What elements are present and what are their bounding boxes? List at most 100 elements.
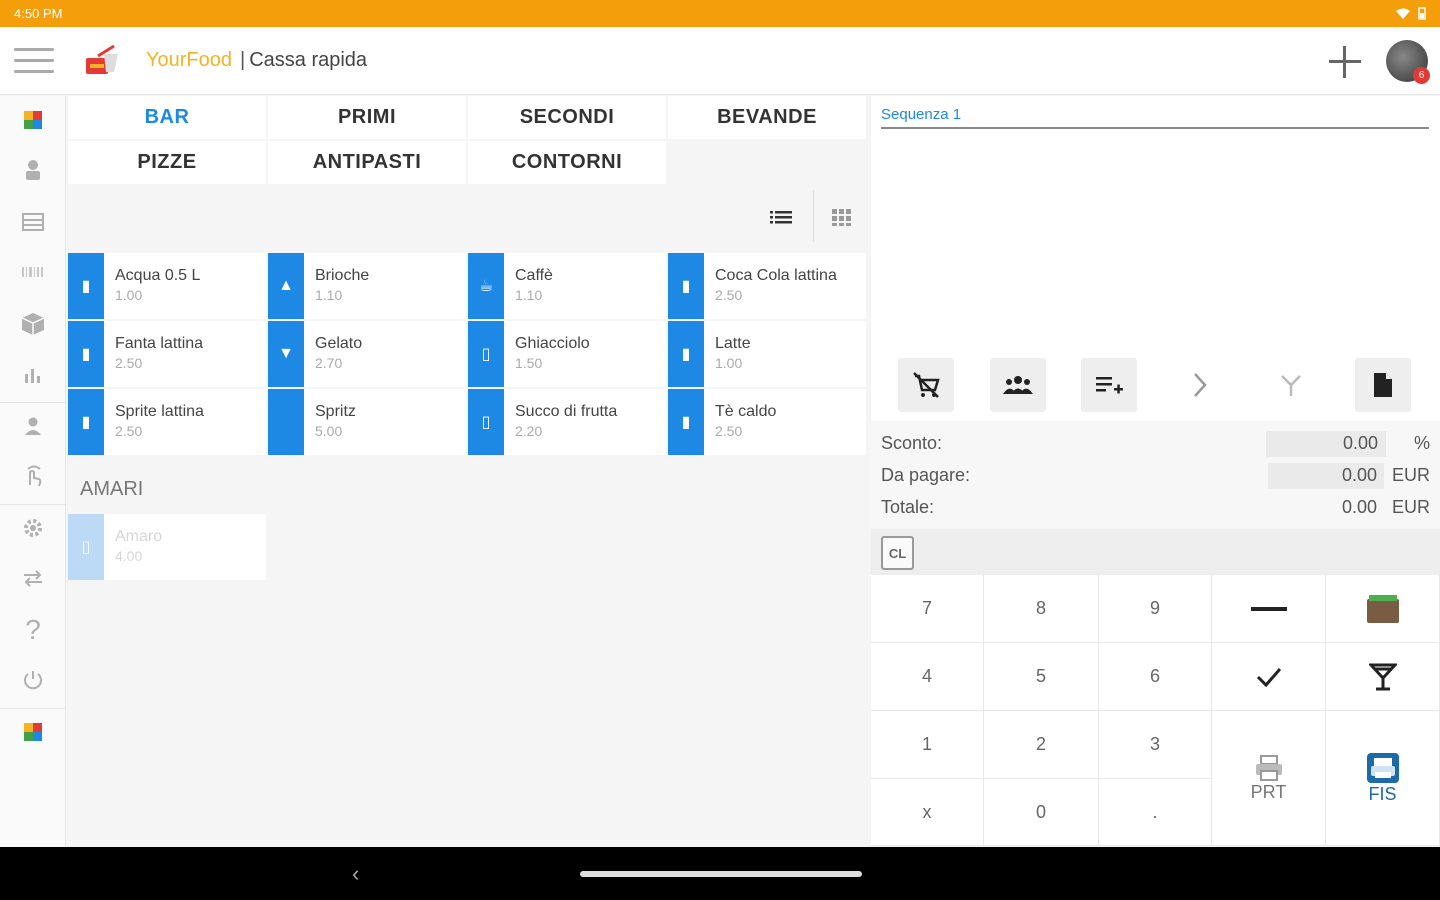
rail-divider <box>0 708 66 709</box>
tab-sequenza-1[interactable]: Sequenza 1 <box>881 106 961 123</box>
group-icon <box>1003 376 1033 394</box>
clear-button[interactable]: CL <box>881 536 914 570</box>
chevron-right-icon <box>1194 373 1207 397</box>
fiscal-label: FIS <box>1368 783 1397 804</box>
product-price: 2.50 <box>715 287 743 303</box>
categories-icon[interactable] <box>0 100 66 140</box>
page-title: Cassa rapida <box>249 49 368 71</box>
total-label: Totale: <box>881 497 935 517</box>
product-tile[interactable]: ▮ Sprite lattina 2.50 <box>68 389 266 455</box>
power-icon[interactable] <box>0 660 66 700</box>
key-decimal[interactable]: . <box>1099 779 1212 846</box>
fiscal-button[interactable]: FIS <box>1326 711 1440 846</box>
product-name: Sprite lattina <box>115 403 204 420</box>
gear-icon[interactable] <box>0 508 66 548</box>
key-8[interactable]: 8 <box>984 575 1099 643</box>
product-name: Coca Cola lattina <box>715 267 837 284</box>
discount-unit: % <box>1413 433 1430 453</box>
product-tile[interactable]: ▮ Tè caldo 2.50 <box>668 389 866 455</box>
category-secondi[interactable]: SECONDI <box>468 96 666 139</box>
key-3[interactable]: 3 <box>1099 711 1212 779</box>
product-tile[interactable]: ▮ Coca Cola lattina 2.50 <box>668 253 866 319</box>
status-time: 4:50 PM <box>14 6 63 21</box>
home-handle[interactable] <box>580 871 862 877</box>
key-7[interactable]: 7 <box>871 575 984 643</box>
product-tile[interactable]: ▮ Latte 1.00 <box>668 321 866 387</box>
key-1[interactable]: 1 <box>871 711 984 779</box>
playlist-add-button[interactable] <box>1081 358 1137 412</box>
milk-icon: ▮ <box>668 321 704 387</box>
product-tile[interactable]: ▯ Succo di frutta 2.20 <box>468 389 666 455</box>
list-view-icon[interactable] <box>768 204 794 230</box>
category-bar[interactable]: BAR <box>68 96 266 139</box>
menu-icon[interactable] <box>14 48 54 74</box>
to-pay-unit: EUR <box>1391 465 1430 485</box>
cocktail-icon <box>1368 663 1397 690</box>
touch-icon[interactable] <box>0 456 66 496</box>
totals-section: Sconto: 0.00 % Da pagare: 0.00 EUR Total… <box>871 421 1440 529</box>
bar-button[interactable] <box>1326 643 1440 711</box>
drawer-button[interactable] <box>1326 575 1440 643</box>
key-9[interactable]: 9 <box>1099 575 1212 643</box>
product-tile[interactable]: ▮ Fanta lattina 2.50 <box>68 321 266 387</box>
product-tile[interactable]: ▲ Brioche 1.10 <box>268 253 466 319</box>
split-button[interactable] <box>1263 358 1319 412</box>
swap-icon[interactable] <box>0 558 66 598</box>
category-antipasti[interactable]: ANTIPASTI <box>268 141 466 184</box>
document-button[interactable] <box>1355 358 1411 412</box>
package-icon[interactable] <box>0 304 66 344</box>
add-icon[interactable] <box>1326 43 1364 81</box>
product-tile[interactable]: ▯ Amaro 4.00 <box>68 514 266 580</box>
grid-view-icon[interactable] <box>828 204 854 230</box>
key-5[interactable]: 5 <box>984 643 1099 711</box>
side-rail: ? <box>0 96 66 846</box>
product-name: Fanta lattina <box>115 335 204 352</box>
chart-icon[interactable] <box>0 354 66 394</box>
key-multiply[interactable]: x <box>871 779 984 846</box>
clear-bar: CL <box>871 529 1440 575</box>
product-name: Gelato <box>315 335 363 352</box>
category-contorni[interactable]: CONTORNI <box>468 141 666 184</box>
key-6[interactable]: 6 <box>1099 643 1212 711</box>
fiscal-printer-icon <box>1366 752 1399 783</box>
category-pizze[interactable]: PIZZE <box>68 141 266 184</box>
person-icon[interactable] <box>0 406 66 446</box>
confirm-button[interactable] <box>1212 643 1326 711</box>
can-icon: ▮ <box>668 253 704 319</box>
printer-icon <box>1255 754 1282 781</box>
category-bevande[interactable]: BEVANDE <box>668 96 866 139</box>
product-price: 2.50 <box>715 423 743 439</box>
product-tile[interactable]: ▯ Ghiacciolo 1.50 <box>468 321 666 387</box>
brand-icon[interactable] <box>0 712 66 752</box>
product-price: 2.50 <box>115 355 143 371</box>
product-tile[interactable]: ▼ Gelato 2.70 <box>268 321 466 387</box>
key-0[interactable]: 0 <box>984 779 1099 846</box>
account-icon[interactable] <box>0 150 66 190</box>
product-name: Latte <box>715 335 751 352</box>
battery-icon <box>1418 7 1426 20</box>
app-bar: YourFood | Cassa rapida 6 <box>0 27 1440 95</box>
print-button[interactable]: PRT <box>1212 711 1326 846</box>
product-name: Amaro <box>115 528 163 545</box>
next-button[interactable] <box>1172 358 1228 412</box>
app-title: YourFood | Cassa rapida <box>146 49 367 72</box>
category-primi[interactable]: PRIMI <box>268 96 466 139</box>
remove-cart-button[interactable] <box>898 358 954 412</box>
minus-button[interactable] <box>1212 575 1326 643</box>
table-icon[interactable] <box>0 202 66 242</box>
notification-badge: 6 <box>1413 67 1430 84</box>
product-price: 1.00 <box>115 287 143 303</box>
avatar[interactable]: 6 <box>1386 40 1430 84</box>
section-label: AMARI <box>80 478 144 500</box>
total-value: 0.00 <box>1341 497 1377 517</box>
product-tile[interactable]: ☕ Caffè 1.10 <box>468 253 666 319</box>
title-separator: | <box>240 49 246 71</box>
back-icon[interactable]: ‹ <box>352 861 359 887</box>
key-2[interactable]: 2 <box>984 711 1099 779</box>
product-tile[interactable]: Spritz 5.00 <box>268 389 466 455</box>
barcode-icon[interactable] <box>0 252 66 292</box>
key-4[interactable]: 4 <box>871 643 984 711</box>
help-icon[interactable]: ? <box>0 610 66 650</box>
product-tile[interactable]: ▮ Acqua 0.5 L 1.00 <box>68 253 266 319</box>
group-button[interactable] <box>990 358 1046 412</box>
